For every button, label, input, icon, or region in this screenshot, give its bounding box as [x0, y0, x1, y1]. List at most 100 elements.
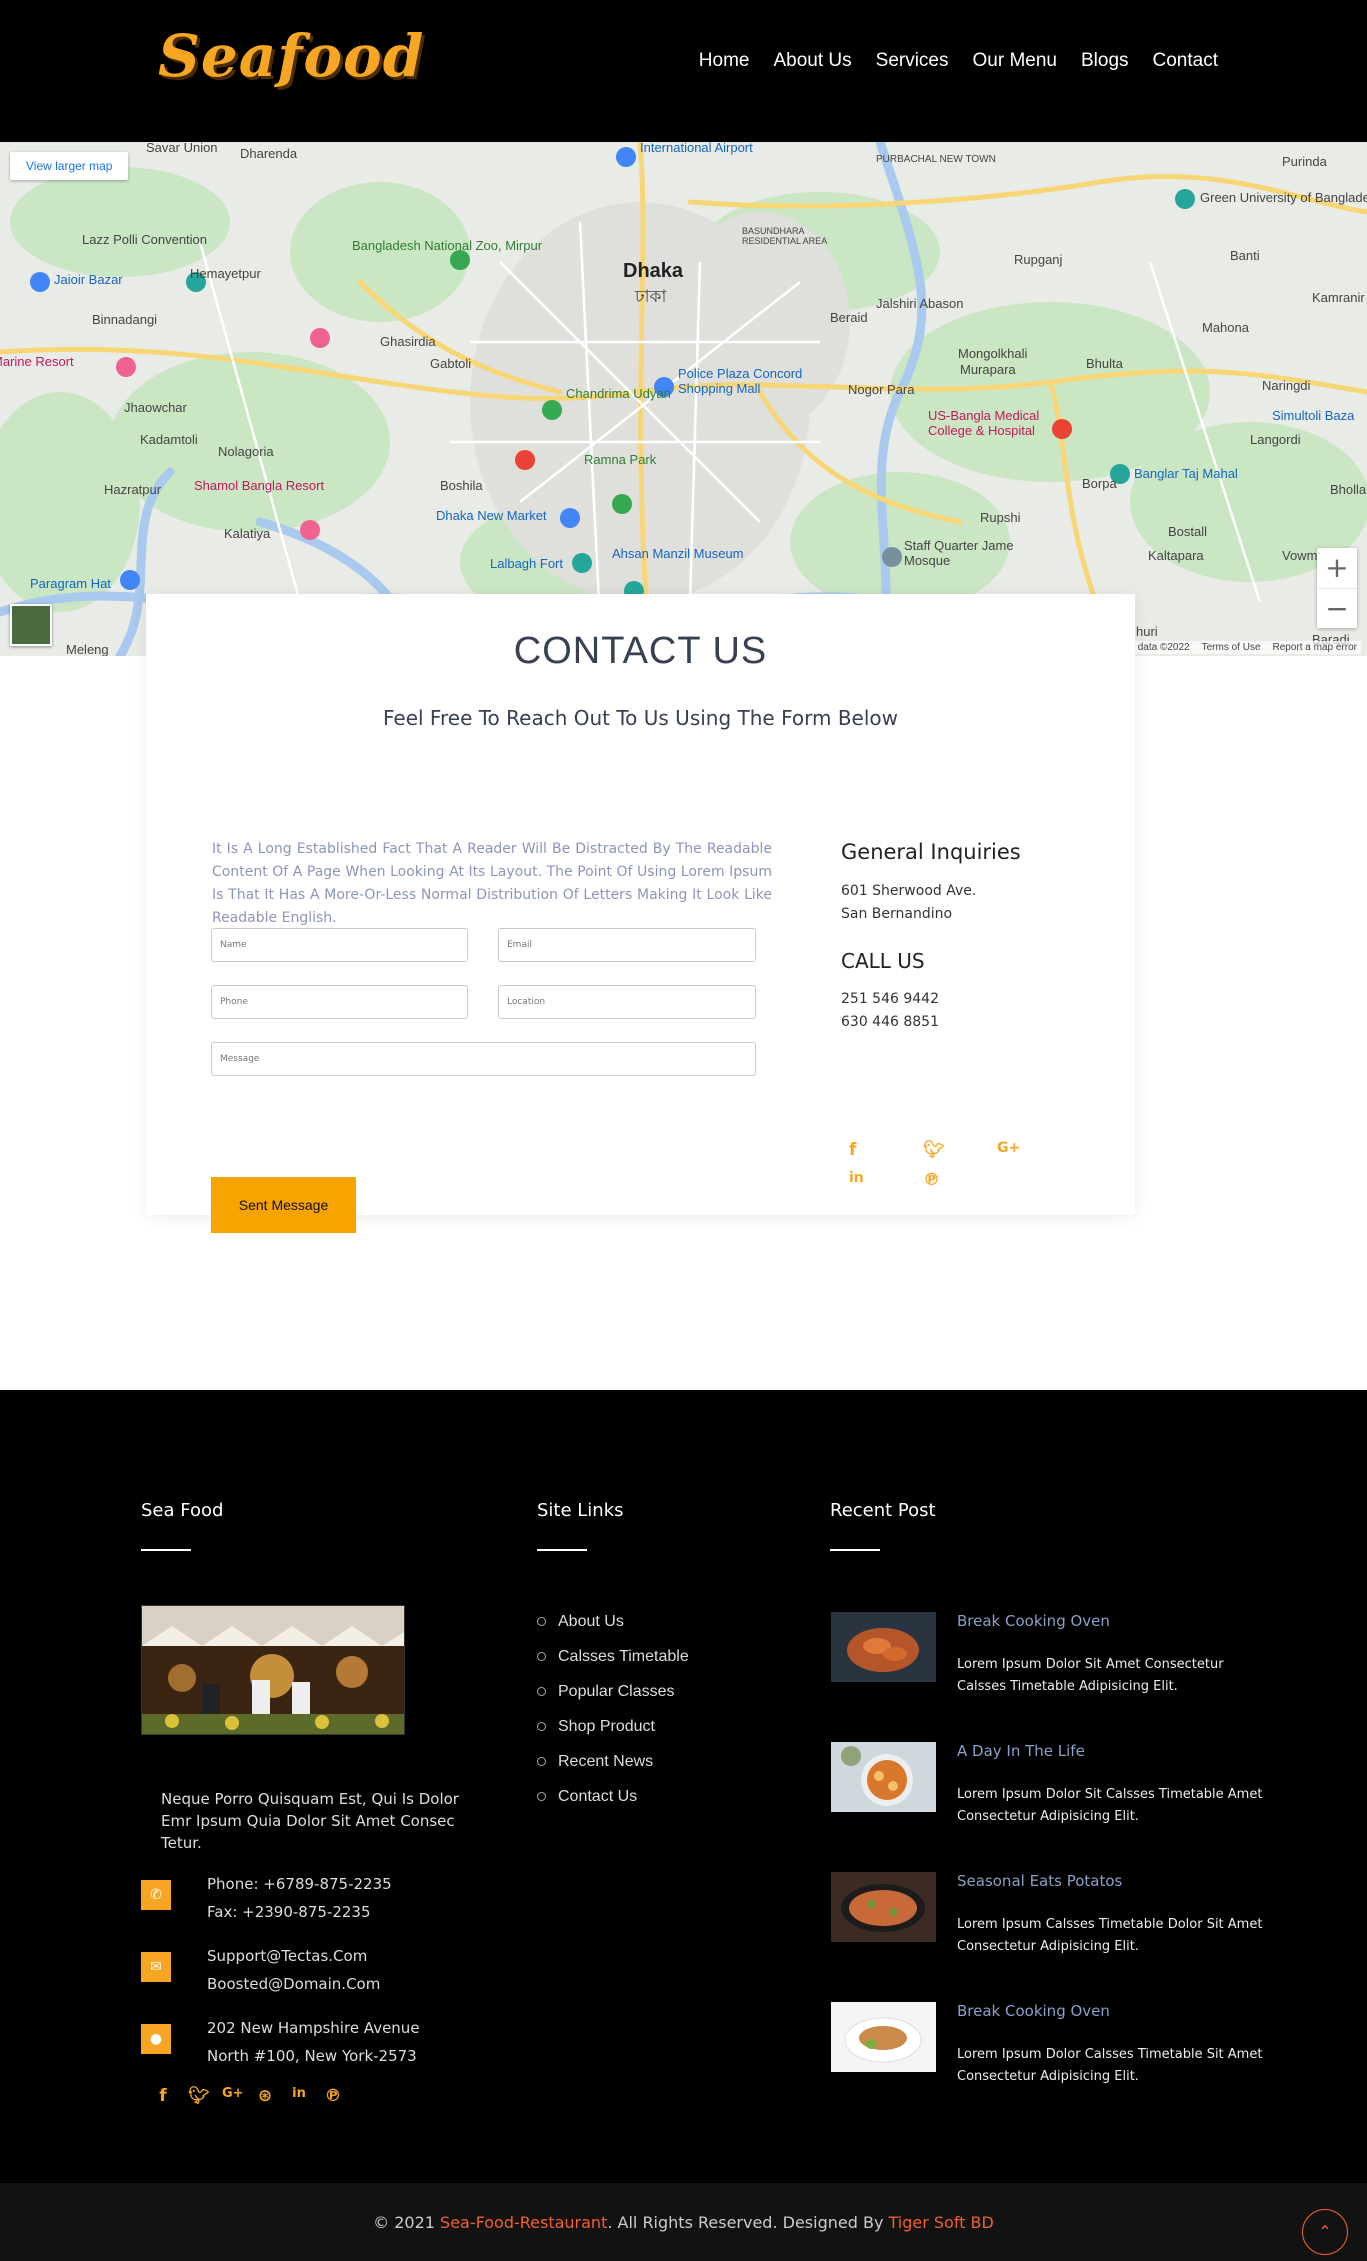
map-label: Binnadangi — [92, 312, 158, 327]
footer-link-timetable[interactable]: Calsses Timetable — [537, 1639, 689, 1674]
map-canvas — [0, 142, 1367, 656]
map-label: Chandrima Udyan — [566, 386, 671, 401]
email-field[interactable] — [498, 928, 756, 962]
nav-our-menu[interactable]: Our Menu — [973, 50, 1057, 72]
map-label: Bholla — [1330, 482, 1367, 497]
contact-social-row: f 🐦︎ G+ — [849, 1140, 1071, 1160]
pinterest-icon[interactable]: ℗ — [324, 2086, 342, 2106]
post-thumbnail[interactable] — [831, 1742, 936, 1812]
nav-home[interactable]: Home — [699, 50, 750, 72]
map-label: International Airport — [640, 142, 753, 155]
footer-link-contact-us[interactable]: Contact Us — [537, 1779, 689, 1814]
map-label: Hazratpur — [104, 482, 162, 497]
site-footer: Sea Food Neque Porro Quisquam Est, Qui I… — [0, 1390, 1367, 2183]
post-title[interactable]: Break Cooking Oven — [957, 1612, 1110, 1630]
phone-number-1: 251 546 9442 — [841, 991, 939, 1007]
footer-address-2: North #100, New York-2573 — [207, 2047, 417, 2065]
nav-about-us[interactable]: About Us — [773, 50, 851, 72]
facebook-icon[interactable]: f — [154, 2086, 172, 2106]
zoom-out-button[interactable]: − — [1317, 588, 1357, 628]
facebook-icon[interactable]: f — [849, 1140, 923, 1160]
footer-phone: Phone: +6789-875-2235 Fax: +2390-875-223… — [207, 1870, 392, 1926]
designer-link[interactable]: Tiger Soft BD — [889, 2213, 994, 2232]
nav-contact[interactable]: Contact — [1153, 50, 1218, 72]
recent-post[interactable]: A Day In The Life Lorem Ipsum Dolor Sit … — [830, 1742, 1262, 1862]
map-label: Ghasirdia — [380, 334, 436, 349]
main-nav: Home About Us Services Our Menu Blogs Co… — [699, 50, 1218, 72]
address-line-1: 601 Sherwood Ave. — [841, 883, 977, 899]
footer-email: Support@Tectas.Com Boosted@Domain.Com — [207, 1942, 380, 1998]
map-label: Dharenda — [240, 146, 298, 161]
report-error-link[interactable]: Report a map error — [1273, 642, 1357, 653]
map-label: Hemayetpur — [190, 266, 261, 281]
twitter-icon[interactable]: 🐦︎ — [923, 1140, 997, 1160]
phone-field[interactable] — [211, 985, 468, 1019]
footer-link-about-us[interactable]: About Us — [537, 1604, 689, 1639]
contact-card: CONTACT US Feel Free To Reach Out To Us … — [146, 594, 1135, 1233]
google-plus-icon[interactable]: G+ — [997, 1140, 1071, 1160]
map-label: Green University of Bangladesh — [1200, 190, 1367, 205]
pinterest-icon[interactable]: ℗ — [923, 1170, 997, 1190]
map-label: Purinda — [1282, 154, 1327, 169]
call-us-title: CALL US — [841, 949, 925, 973]
zoom-in-button[interactable]: + — [1317, 548, 1357, 588]
map-label: huri — [1136, 624, 1158, 639]
post-thumbnail[interactable] — [831, 1872, 936, 1942]
map-label: PURBACHAL NEW TOWN — [876, 154, 996, 165]
phone-number-2: 630 446 8851 — [841, 1014, 939, 1030]
map-label: Police Plaza Concord Shopping Mall — [678, 366, 803, 396]
map-attribution: data ©2022 Terms of Use Report a map err… — [1133, 641, 1361, 654]
location-field[interactable] — [498, 985, 756, 1019]
twitter-icon[interactable]: 🐦︎ — [188, 2086, 210, 2106]
map-label: Bhulta — [1086, 356, 1123, 371]
map-label: Jaioir Bazar — [54, 272, 123, 287]
terms-link[interactable]: Terms of Use — [1202, 642, 1261, 653]
linkedin-icon[interactable]: in — [290, 2086, 308, 2106]
contact-description: It Is A Long Established Fact That A Rea… — [212, 841, 772, 926]
nav-services[interactable]: Services — [876, 50, 949, 72]
footer-email-1[interactable]: Support@Tectas.Com — [207, 1942, 380, 1970]
recent-post[interactable]: Break Cooking Oven Lorem Ipsum Dolor Cal… — [830, 2002, 1262, 2122]
inquiries-title: General Inquiries — [841, 840, 1021, 864]
recent-post[interactable]: Break Cooking Oven Lorem Ipsum Dolor Sit… — [830, 1612, 1260, 1732]
map-label: Naringdi — [1262, 378, 1311, 393]
view-larger-map-link[interactable]: View larger map — [10, 152, 129, 180]
message-field[interactable] — [211, 1042, 756, 1076]
footer-links-title: Site Links — [537, 1500, 624, 1521]
send-message-button[interactable]: Sent Message — [211, 1177, 356, 1233]
post-excerpt: Lorem Ipsum Calsses Timetable Dolor Sit … — [957, 1917, 1263, 1954]
footer-link-shop-product[interactable]: Shop Product — [537, 1709, 689, 1744]
site-name-link[interactable]: Sea-Food-Restaurant — [440, 2213, 607, 2232]
map-label: Lazz Polli Convention — [82, 232, 208, 247]
post-title[interactable]: A Day In The Life — [957, 1742, 1085, 1760]
map-label: Beraid — [830, 310, 868, 325]
post-title[interactable]: Seasonal Eats Potatos — [957, 1872, 1122, 1890]
map-label: Bostall — [1168, 524, 1208, 539]
recent-post[interactable]: Seasonal Eats Potatos Lorem Ipsum Calsse… — [830, 1872, 1262, 1992]
post-title[interactable]: Break Cooking Oven — [957, 2002, 1110, 2020]
linkedin-icon[interactable]: in — [849, 1170, 923, 1190]
map-label: Murapara — [960, 362, 1016, 377]
satellite-toggle[interactable] — [10, 604, 52, 646]
footer-link-recent-news[interactable]: Recent News — [537, 1744, 689, 1779]
restaurant-photo-art — [142, 1606, 404, 1734]
nav-blogs[interactable]: Blogs — [1081, 50, 1129, 72]
post-thumbnail-art — [831, 1872, 936, 1942]
map-label: Kaltapara — [1148, 548, 1204, 563]
google-plus-icon[interactable]: G+ — [222, 2086, 244, 2106]
map-label: Dhaka — [623, 260, 684, 282]
dribbble-icon[interactable]: ⊛ — [256, 2086, 274, 2106]
post-thumbnail[interactable] — [831, 1612, 936, 1682]
site-logo[interactable]: Seafood — [158, 22, 424, 90]
google-map[interactable]: Savar Union Dharenda International Airpo… — [0, 142, 1367, 656]
name-field[interactable] — [211, 928, 468, 962]
footer-phone-line: Phone: +6789-875-2235 — [207, 1875, 392, 1893]
footer-about-title: Sea Food — [141, 1500, 224, 1521]
scroll-to-top-button[interactable]: ⌃ — [1302, 2209, 1348, 2255]
footer-email-2[interactable]: Boosted@Domain.Com — [207, 1970, 380, 1998]
map-label: Rupshi — [980, 510, 1021, 525]
address-line-2: San Bernandino — [841, 906, 953, 922]
footer-link-popular-classes[interactable]: Popular Classes — [537, 1674, 689, 1709]
map-label: Kalatiya — [224, 526, 271, 541]
post-thumbnail[interactable] — [831, 2002, 936, 2072]
